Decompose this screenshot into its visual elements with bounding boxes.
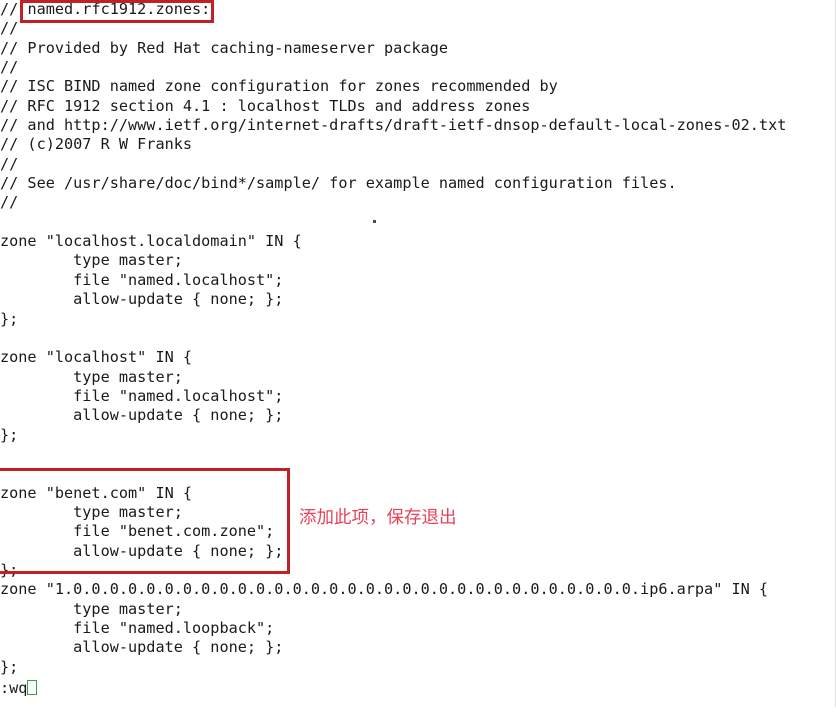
code-line: // bbox=[0, 154, 19, 173]
code-line: zone "1.0.0.0.0.0.0.0.0.0.0.0.0.0.0.0.0.… bbox=[0, 580, 769, 599]
terminal-editor-window: // named.rfc1912.zones://// Provided by … bbox=[0, 0, 836, 707]
code-line: // ISC BIND named zone configuration for… bbox=[0, 77, 558, 96]
code-line: type master; bbox=[0, 367, 183, 386]
code-line: allow-update { none; }; bbox=[0, 541, 284, 560]
code-line: // bbox=[0, 19, 19, 38]
code-line: }; bbox=[0, 309, 19, 328]
code-line: }; bbox=[0, 657, 19, 676]
annotation-text: 添加此项，保存退出 bbox=[299, 508, 457, 528]
code-line: file "named.localhost"; bbox=[0, 270, 284, 289]
filename-label: named.rfc1912.zones: bbox=[27, 0, 211, 18]
stray-dot-artifact bbox=[373, 220, 376, 223]
code-line: zone "benet.com" IN { bbox=[0, 483, 193, 502]
code-line: // (c)2007 R W Franks bbox=[0, 135, 193, 154]
code-line: }; bbox=[0, 425, 19, 444]
code-line: zone "localhost" IN { bbox=[0, 348, 193, 367]
config-file-content[interactable]: // named.rfc1912.zones://// Provided by … bbox=[0, 0, 836, 716]
code-line: type master; bbox=[0, 251, 183, 270]
code-line: // bbox=[0, 58, 19, 77]
text-cursor bbox=[27, 680, 37, 695]
code-line: file "named.localhost"; bbox=[0, 386, 284, 405]
code-line: // See /usr/share/doc/bind*/sample/ for … bbox=[0, 174, 677, 193]
vim-status-line[interactable]: :wq bbox=[0, 679, 37, 698]
comment-marker: // bbox=[0, 0, 28, 18]
code-line: // Provided by Red Hat caching-nameserve… bbox=[0, 38, 449, 57]
code-line: // RFC 1912 section 4.1 : localhost TLDs… bbox=[0, 96, 531, 115]
code-line: // named.rfc1912.zones: bbox=[0, 0, 836, 19]
code-line: type master; bbox=[0, 599, 183, 618]
code-line: // and http://www.ietf.org/internet-draf… bbox=[0, 116, 787, 135]
code-line: allow-update { none; }; bbox=[0, 290, 284, 309]
code-line: allow-update { none; }; bbox=[0, 406, 284, 425]
code-line: // bbox=[0, 193, 19, 212]
code-line: allow-update { none; }; bbox=[0, 638, 284, 657]
code-line: }; bbox=[0, 560, 19, 579]
code-line: zone "localhost.localdomain" IN { bbox=[0, 232, 302, 251]
vim-command-text: :wq bbox=[0, 679, 28, 697]
code-line: file "named.loopback"; bbox=[0, 619, 275, 637]
